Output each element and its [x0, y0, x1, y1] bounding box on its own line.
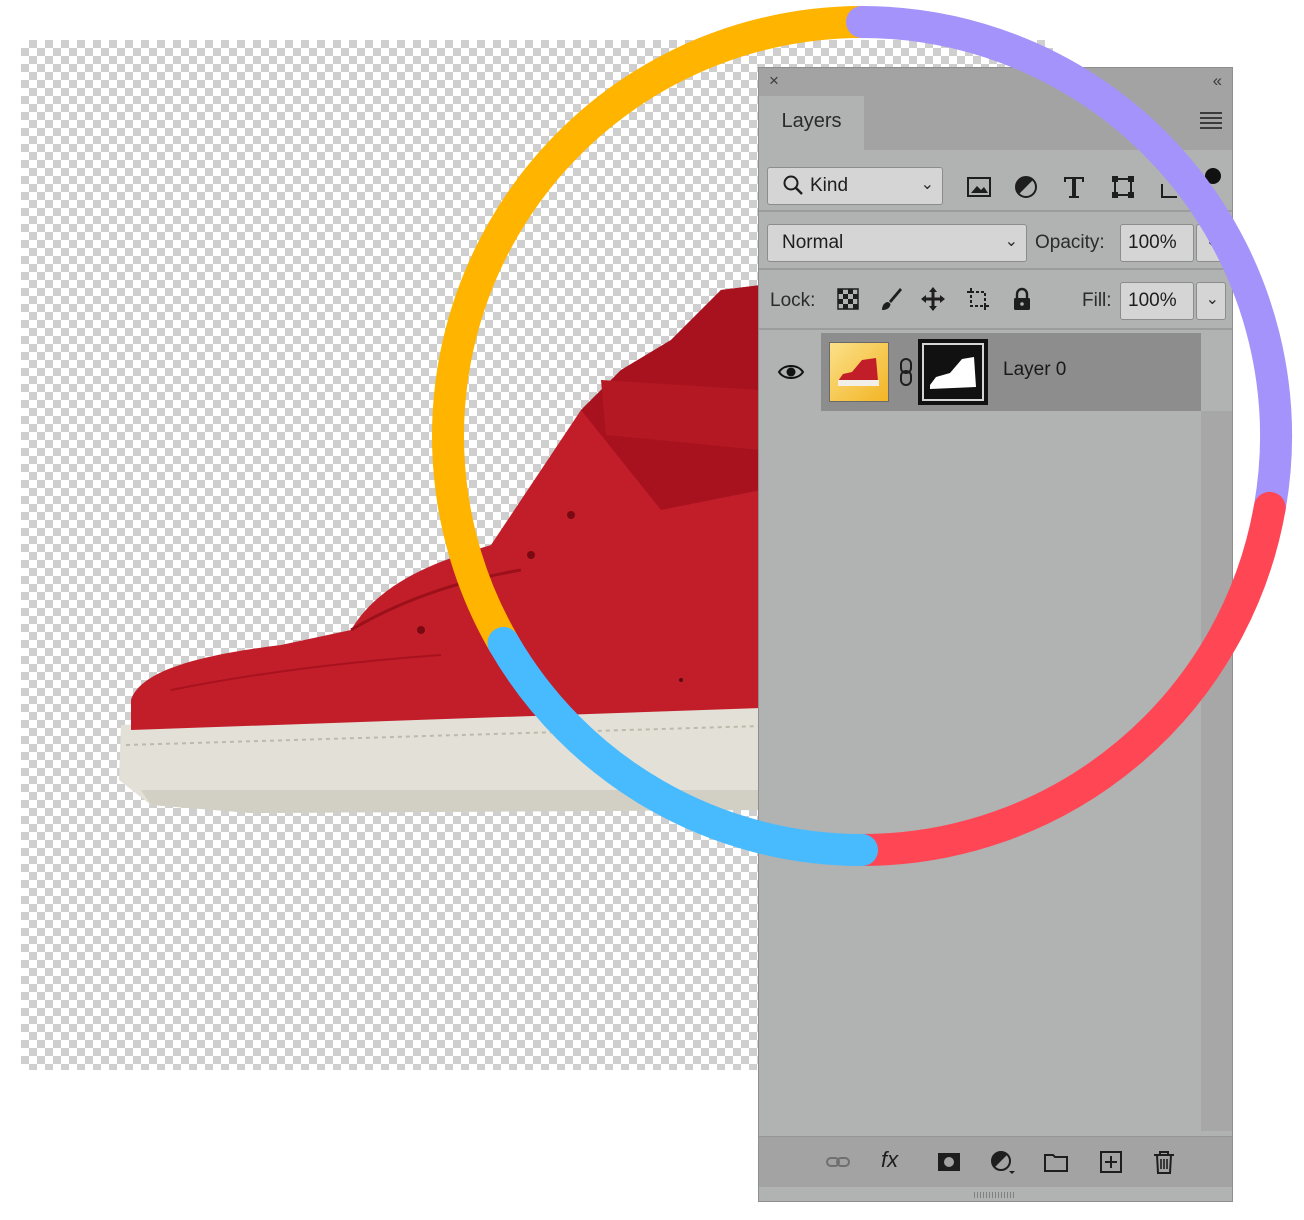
tab-layers[interactable]: Layers	[759, 96, 864, 150]
opacity-value: 100%	[1128, 232, 1177, 253]
lock-row: Lock: Fill: 100% ⌄	[759, 270, 1232, 328]
chevron-down-icon: ⌄	[1205, 233, 1219, 250]
blend-mode-label: Normal	[782, 232, 844, 253]
layer-mask-thumbnail[interactable]	[918, 339, 988, 405]
mask-link-icon[interactable]	[897, 357, 915, 387]
panel-title-bar: × ‹‹	[759, 68, 1232, 94]
trash-icon[interactable]	[1151, 1149, 1177, 1175]
fill-value: 100%	[1128, 290, 1177, 311]
layers-footer-toolbar: fx	[759, 1136, 1232, 1187]
group-folder-icon[interactable]	[1043, 1149, 1069, 1175]
filter-kind-label: Kind	[810, 175, 849, 196]
opacity-label: Opacity:	[1035, 232, 1105, 253]
opacity-dropdown[interactable]: ⌄	[1196, 224, 1226, 262]
lock-artboard-icon[interactable]	[965, 286, 991, 312]
layer-list-scroll-gutter[interactable]	[1201, 411, 1232, 1131]
panel-menu-icon[interactable]	[1200, 112, 1222, 132]
lock-position-icon[interactable]	[920, 286, 946, 312]
close-panel-icon[interactable]: ×	[769, 71, 779, 91]
lock-image-icon[interactable]	[878, 286, 904, 312]
layer-thumbnail	[829, 342, 889, 402]
layers-panel: × ‹‹ Layers Kind ⌄ Normal ⌄ Opacity: 100…	[758, 67, 1233, 1202]
adjustment-layer-icon[interactable]	[989, 1149, 1015, 1175]
shape-filter-icon[interactable]	[1110, 174, 1136, 200]
blend-row: Normal ⌄ Opacity: 100% ⌄	[759, 212, 1232, 268]
image-filter-icon[interactable]	[966, 174, 992, 200]
chevron-down-icon: ⌄	[1004, 233, 1018, 250]
chevron-down-icon: ⌄	[1205, 291, 1219, 308]
opacity-input[interactable]: 100%	[1120, 224, 1194, 262]
filter-kind-select[interactable]: Kind ⌄	[767, 167, 943, 205]
fill-label: Fill:	[1082, 290, 1112, 311]
smart-object-filter-icon[interactable]	[1159, 174, 1185, 200]
eye-visibility-icon[interactable]	[777, 360, 805, 384]
chevron-down-icon: ⌄	[920, 176, 934, 193]
lock-all-icon[interactable]	[1009, 286, 1035, 312]
lock-transparent-icon[interactable]	[835, 286, 861, 312]
collapse-panel-icon[interactable]: ‹‹	[1213, 71, 1222, 91]
panel-tab-row: Layers	[759, 94, 1232, 150]
divider	[759, 328, 1232, 330]
fill-input[interactable]: 100%	[1120, 282, 1194, 320]
filter-toggle-icon[interactable]	[1203, 166, 1223, 186]
link-layers-icon[interactable]	[825, 1149, 851, 1175]
search-icon	[783, 175, 803, 195]
fx-icon[interactable]: fx	[881, 1147, 898, 1173]
adjustment-filter-icon[interactable]	[1013, 174, 1039, 200]
type-filter-icon[interactable]	[1061, 174, 1087, 200]
new-layer-icon[interactable]	[1098, 1149, 1124, 1175]
layer-row-layer-0[interactable]: Layer 0	[821, 333, 1201, 411]
layer-name: Layer 0	[1003, 359, 1067, 380]
blend-mode-select[interactable]: Normal ⌄	[767, 224, 1027, 262]
lock-label: Lock:	[770, 290, 816, 311]
filter-row: Kind ⌄	[759, 150, 1232, 210]
add-mask-icon[interactable]	[936, 1149, 962, 1175]
fill-dropdown[interactable]: ⌄	[1196, 282, 1226, 320]
panel-resize-grip[interactable]	[974, 1192, 1014, 1198]
